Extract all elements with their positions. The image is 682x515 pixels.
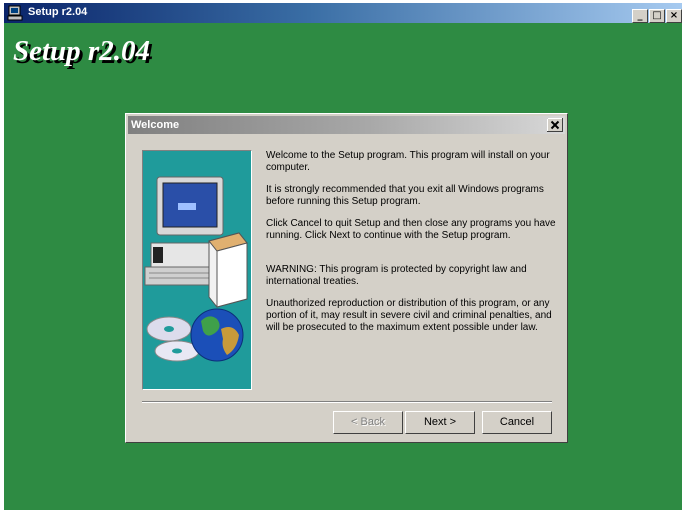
- software-box-icon: [208, 232, 248, 308]
- globe-icon: [190, 308, 244, 362]
- cancel-next-message: Click Cancel to quit Setup and then clos…: [266, 218, 556, 241]
- setup-banner-title: Setup r2.04: [13, 35, 150, 67]
- cancel-button[interactable]: Cancel: [482, 411, 552, 434]
- window-title-bar[interactable]: Setup r2.04 _ □ ×: [4, 3, 682, 23]
- dialog-title-bar[interactable]: Welcome: [128, 116, 565, 134]
- welcome-dialog: Welcome Welcome to the Setup program. Th…: [125, 113, 568, 443]
- window-title: Setup r2.04: [28, 6, 88, 18]
- unauthorized-warning: Unauthorized reproduction or distributio…: [266, 298, 552, 333]
- setup-illustration: [142, 150, 252, 390]
- welcome-messages: Welcome to the Setup program. This progr…: [266, 150, 561, 334]
- maximize-icon[interactable]: □: [649, 9, 665, 23]
- close-icon[interactable]: ×: [666, 9, 682, 23]
- dialog-title: Welcome: [131, 119, 180, 131]
- dialog-close-icon[interactable]: [547, 118, 563, 132]
- setup-window: Setup r2.04 _ □ × Setup r2.04 Welcome We…: [4, 3, 682, 510]
- setup-app-icon: [7, 5, 23, 21]
- welcome-message: Welcome to the Setup program. This progr…: [266, 150, 550, 173]
- minimize-icon[interactable]: _: [632, 9, 648, 23]
- button-divider: [142, 401, 552, 403]
- copyright-warning: WARNING: This program is protected by co…: [266, 264, 527, 287]
- next-button[interactable]: Next >: [405, 411, 475, 434]
- exit-programs-message: It is strongly recommended that you exit…: [266, 184, 544, 207]
- back-button[interactable]: < Back: [333, 411, 403, 434]
